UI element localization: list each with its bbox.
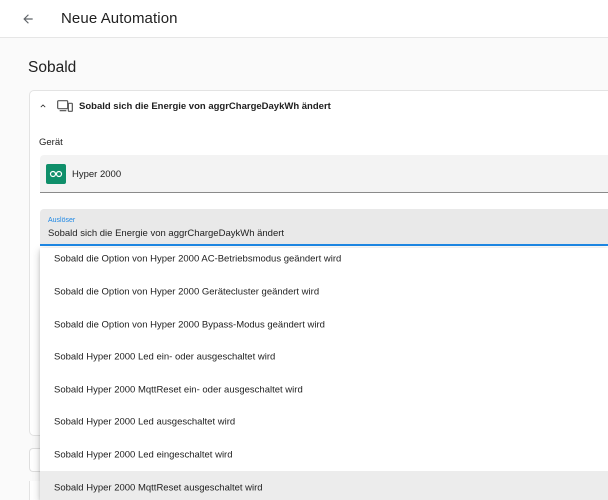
trigger-label: Auslöser <box>48 217 76 224</box>
back-button[interactable] <box>16 7 40 31</box>
menu-item[interactable]: Sobald Hyper 2000 Led ausgeschaltet wird <box>40 405 608 438</box>
menu-item-label: Sobald Hyper 2000 MqttReset ausgeschalte… <box>54 482 263 493</box>
device-value: Hyper 2000 <box>72 169 122 180</box>
page-title: Neue Automation <box>61 10 178 27</box>
device-select-field[interactable]: Hyper 2000 <box>40 155 608 193</box>
trigger-select-field[interactable]: Auslöser Sobald sich die Energie von agg… <box>40 209 608 246</box>
section-heading: Sobald <box>28 59 77 76</box>
menu-item[interactable]: Sobald Hyper 2000 Led ein- oder ausgesch… <box>40 340 608 373</box>
trigger-value: Sobald sich die Energie von aggrChargeDa… <box>48 228 285 239</box>
hyper-logo-icon <box>46 164 66 184</box>
chevron-up-icon[interactable] <box>38 101 48 111</box>
menu-item-label: Sobald Hyper 2000 Led ausgeschaltet wird <box>54 416 236 427</box>
arrow-left-icon <box>23 14 33 24</box>
menu-item-label: Sobald Hyper 2000 Led eingeschaltet wird <box>54 449 233 460</box>
card-header[interactable]: Sobald sich die Energie von aggrChargeDa… <box>30 91 608 121</box>
menu-item[interactable]: Sobald Hyper 2000 MqttReset ein- oder au… <box>40 373 608 406</box>
menu-item[interactable]: Sobald die Option von Hyper 2000 Bypass-… <box>40 308 608 341</box>
top-app-bar: Neue Automation <box>0 0 608 38</box>
menu-item-label: Sobald die Option von Hyper 2000 AC-Betr… <box>54 253 342 264</box>
card-title: Sobald sich die Energie von aggrChargeDa… <box>79 101 331 112</box>
menu-item-label: Sobald die Option von Hyper 2000 Bypass-… <box>54 319 325 330</box>
menu-item-label: Sobald Hyper 2000 MqttReset ein- oder au… <box>54 384 303 395</box>
menu-item[interactable]: Sobald die Option von Hyper 2000 Gerätec… <box>40 275 608 308</box>
menu-item-label: Sobald die Option von Hyper 2000 Gerätec… <box>54 286 320 297</box>
device-icon <box>57 100 73 112</box>
device-label: Gerät <box>39 137 63 148</box>
menu-item[interactable]: Sobald Hyper 2000 Led eingeschaltet wird <box>40 438 608 471</box>
trigger-dropdown-menu: Sobald die Option von Hyper 2000 AC-Betr… <box>40 248 608 500</box>
menu-item[interactable]: Sobald die Option von Hyper 2000 AC-Betr… <box>40 248 608 275</box>
menu-item-label: Sobald Hyper 2000 Led ein- oder ausgesch… <box>54 351 276 362</box>
menu-item-active[interactable]: Sobald Hyper 2000 MqttReset ausgeschalte… <box>40 471 608 500</box>
